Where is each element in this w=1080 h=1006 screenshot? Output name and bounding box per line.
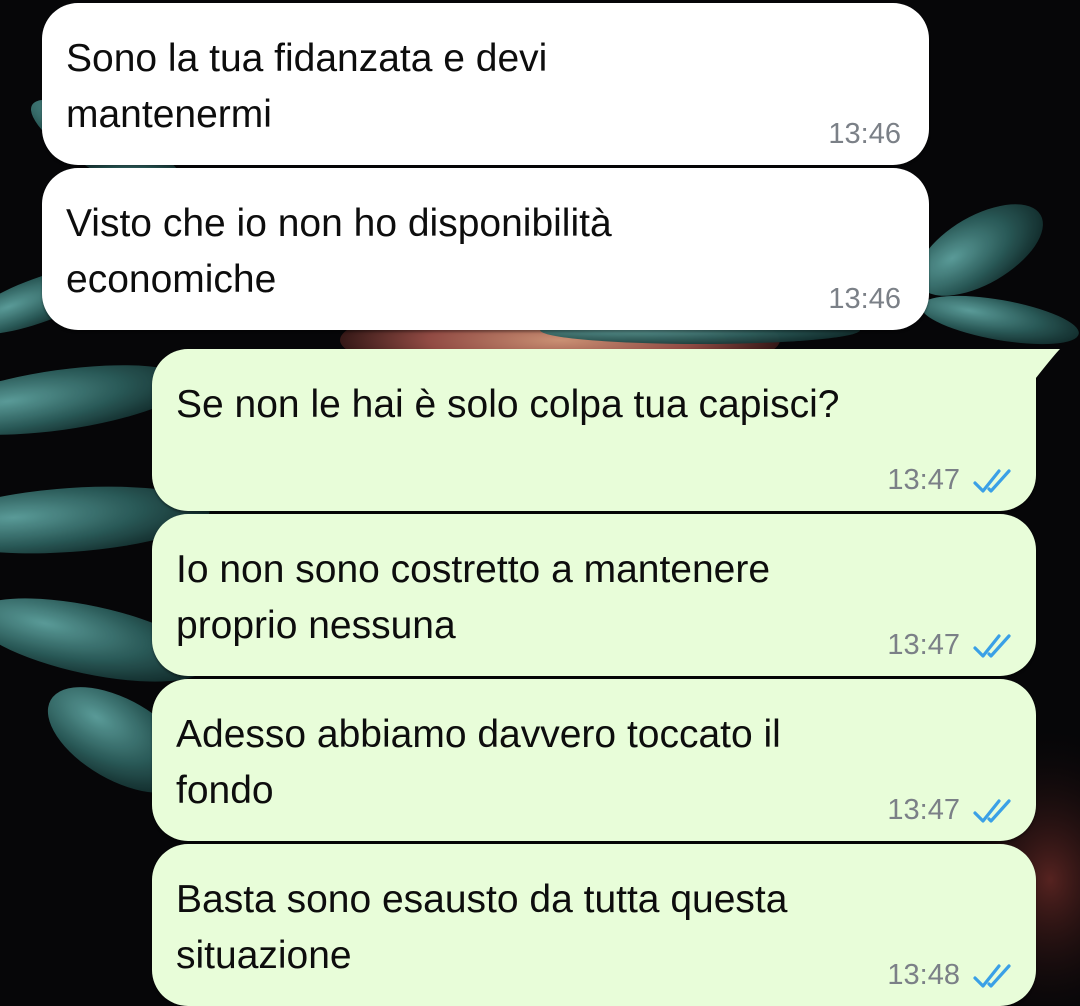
- message-bubble-incoming[interactable]: Visto che io non ho disponibilità econom…: [42, 168, 929, 330]
- message-time: 13:47: [887, 629, 960, 661]
- message-text: Adesso abbiamo davvero toccato il fondo: [176, 713, 781, 812]
- message-meta: 13:46: [828, 118, 901, 151]
- message-bubble-outgoing[interactable]: Adesso abbiamo davvero toccato il fondo …: [152, 679, 1036, 841]
- message-meta: 13:48: [887, 959, 1016, 992]
- double-check-read-icon: [973, 963, 1011, 988]
- message-time: 13:47: [887, 794, 960, 826]
- message-time: 13:46: [828, 118, 901, 150]
- message-text: Io non sono costretto a mantenere propri…: [176, 548, 771, 647]
- bubble-tail: [1032, 349, 1060, 383]
- message-meta: 13:46: [828, 283, 901, 316]
- message-bubble-incoming[interactable]: Sono la tua fidanzata e devi mantenermi …: [42, 3, 929, 165]
- message-meta: 13:47: [887, 794, 1016, 827]
- double-check-read-icon: [973, 468, 1011, 493]
- message-bubble-outgoing[interactable]: Se non le hai è solo colpa tua capisci? …: [152, 349, 1060, 511]
- message-text: Basta sono esausto da tutta questa situa…: [176, 878, 788, 977]
- message-bubble-outgoing[interactable]: Io non sono costretto a mantenere propri…: [152, 514, 1036, 676]
- double-check-read-icon: [973, 798, 1011, 823]
- message-text: Visto che io non ho disponibilità econom…: [66, 202, 612, 301]
- double-check-read-icon: [973, 633, 1011, 658]
- message-bubble-outgoing[interactable]: Basta sono esausto da tutta questa situa…: [152, 844, 1036, 1006]
- message-text: Se non le hai è solo colpa tua capisci?: [176, 383, 840, 426]
- message-time: 13:47: [887, 464, 960, 496]
- message-time: 13:48: [887, 959, 960, 991]
- message-meta: 13:47: [887, 629, 1016, 662]
- message-meta: 13:47: [887, 464, 1016, 497]
- message-text: Sono la tua fidanzata e devi mantenermi: [66, 37, 548, 136]
- message-time: 13:46: [828, 283, 901, 315]
